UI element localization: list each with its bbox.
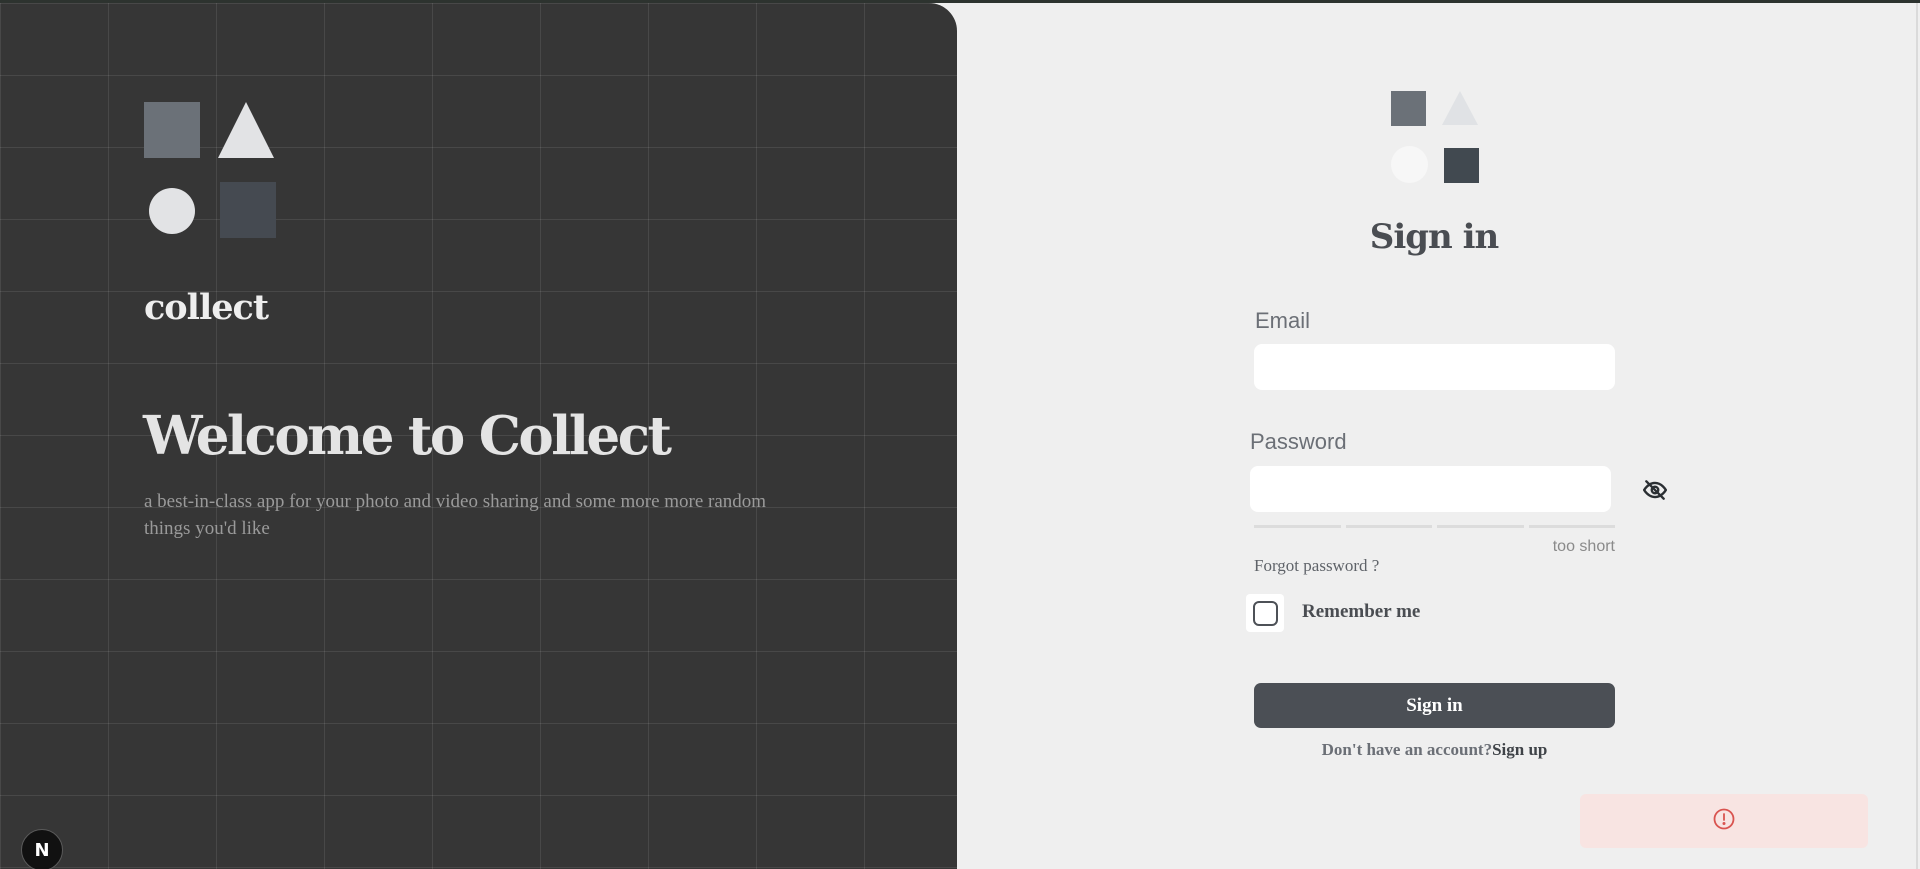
page-title: Sign in <box>1369 217 1499 257</box>
welcome-subtitle: a best-in-class app for your photo and v… <box>144 491 767 539</box>
strength-segment <box>1345 525 1432 528</box>
form-logo-circle-shape <box>1391 146 1428 183</box>
welcome-panel: collect Welcome to Collect a best-in-cla… <box>0 3 957 869</box>
password-strength-meter <box>1254 525 1615 528</box>
alert-circle-icon <box>1712 807 1736 836</box>
password-field[interactable] <box>1250 466 1611 512</box>
form-logo-triangle-shape <box>1442 91 1478 125</box>
signup-prompt: Don't have an account? <box>1321 740 1493 759</box>
eye-off-icon[interactable] <box>1640 475 1670 505</box>
error-toast[interactable] <box>1580 794 1868 848</box>
sign-up-link[interactable]: Sign up <box>1492 740 1547 759</box>
password-label: Password <box>1250 429 1347 454</box>
strength-segment <box>1437 525 1524 528</box>
remember-me-checkbox[interactable] <box>1246 594 1284 632</box>
brand-name: collect <box>144 287 269 328</box>
logo-square-dark-shape <box>220 182 276 238</box>
email-field[interactable] <box>1254 344 1615 390</box>
signup-row: Don't have an account?Sign up <box>1254 740 1615 760</box>
strength-segment <box>1528 525 1615 528</box>
sign-in-button[interactable]: Sign in <box>1254 683 1615 728</box>
password-strength-text: too short <box>1552 538 1615 555</box>
form-logo-square-dark-shape <box>1444 148 1479 183</box>
brand-logo <box>144 102 284 246</box>
remember-me-label: Remember me <box>1302 601 1421 622</box>
strength-segment <box>1254 525 1341 528</box>
forgot-password-link[interactable]: Forgot password ? <box>1254 556 1379 576</box>
nextjs-logo-icon[interactable]: N <box>21 829 63 869</box>
page: collect Welcome to Collect a best-in-cla… <box>0 3 1920 869</box>
welcome-title: Welcome to Collect <box>143 405 672 467</box>
logo-circle-shape <box>149 188 195 234</box>
form-logo-square-shape <box>1391 91 1426 126</box>
form-logo <box>1391 91 1481 183</box>
badge-letter: N <box>34 839 50 861</box>
email-label: Email <box>1255 308 1311 333</box>
logo-square-shape <box>144 102 200 158</box>
logo-triangle-shape <box>218 102 274 158</box>
checkbox-square <box>1252 600 1278 626</box>
scrollbar-edge <box>1916 3 1918 869</box>
